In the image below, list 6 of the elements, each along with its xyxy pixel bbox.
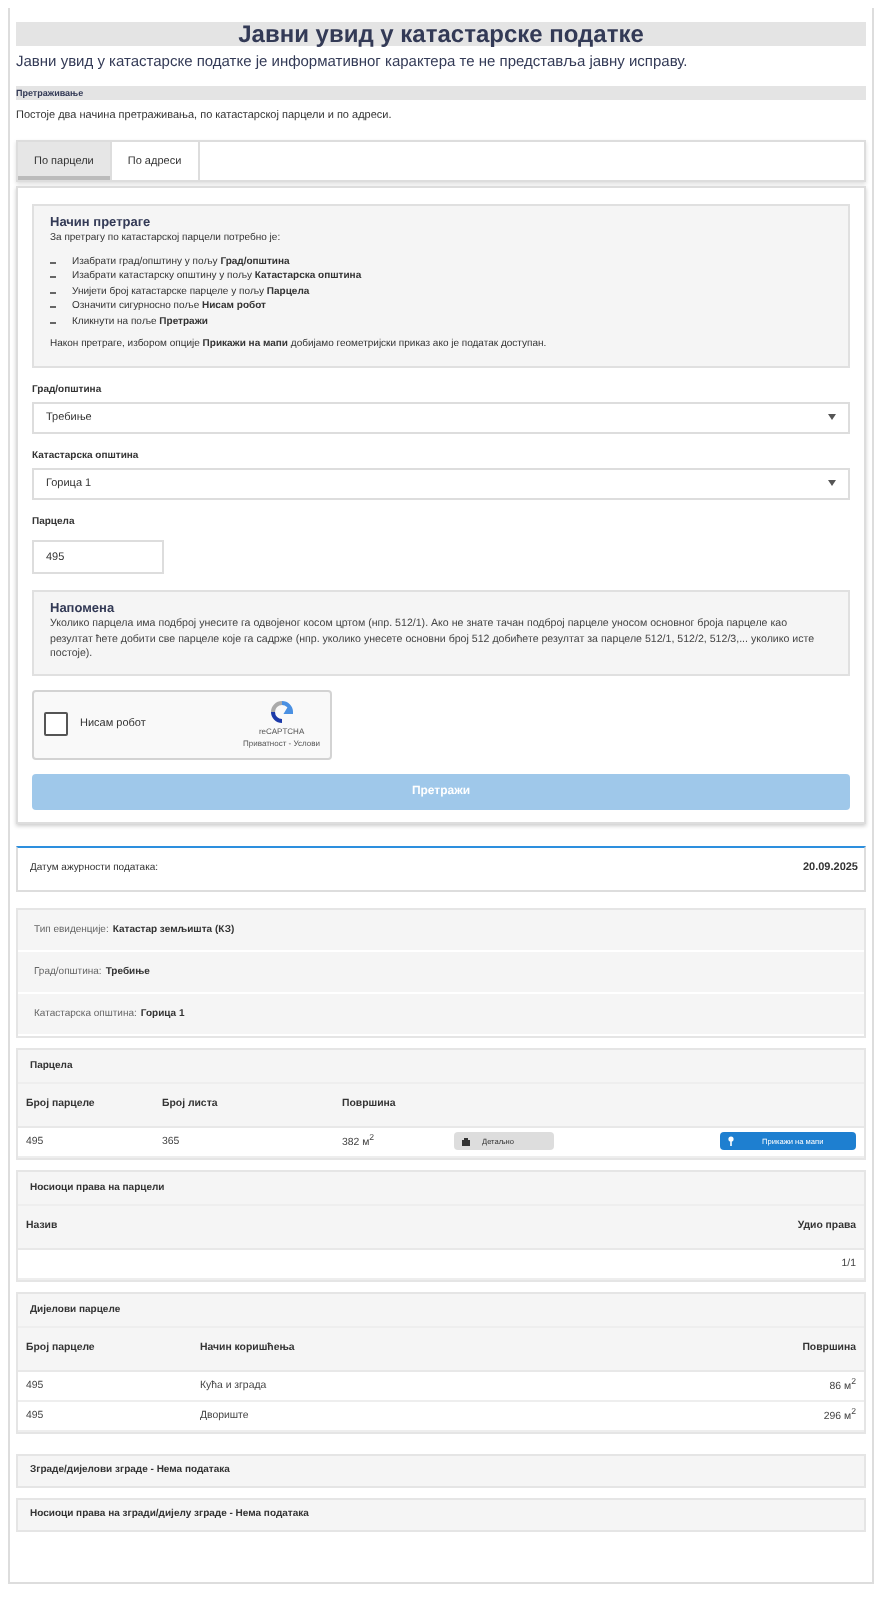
captcha-checkbox[interactable]: [44, 712, 68, 736]
refresh-icon: [269, 700, 294, 724]
caret-icon: [828, 414, 836, 420]
pin-icon: [728, 1136, 734, 1146]
page-title: Јавни увид у катастарске податке: [16, 22, 866, 46]
caret-icon: [828, 480, 836, 486]
